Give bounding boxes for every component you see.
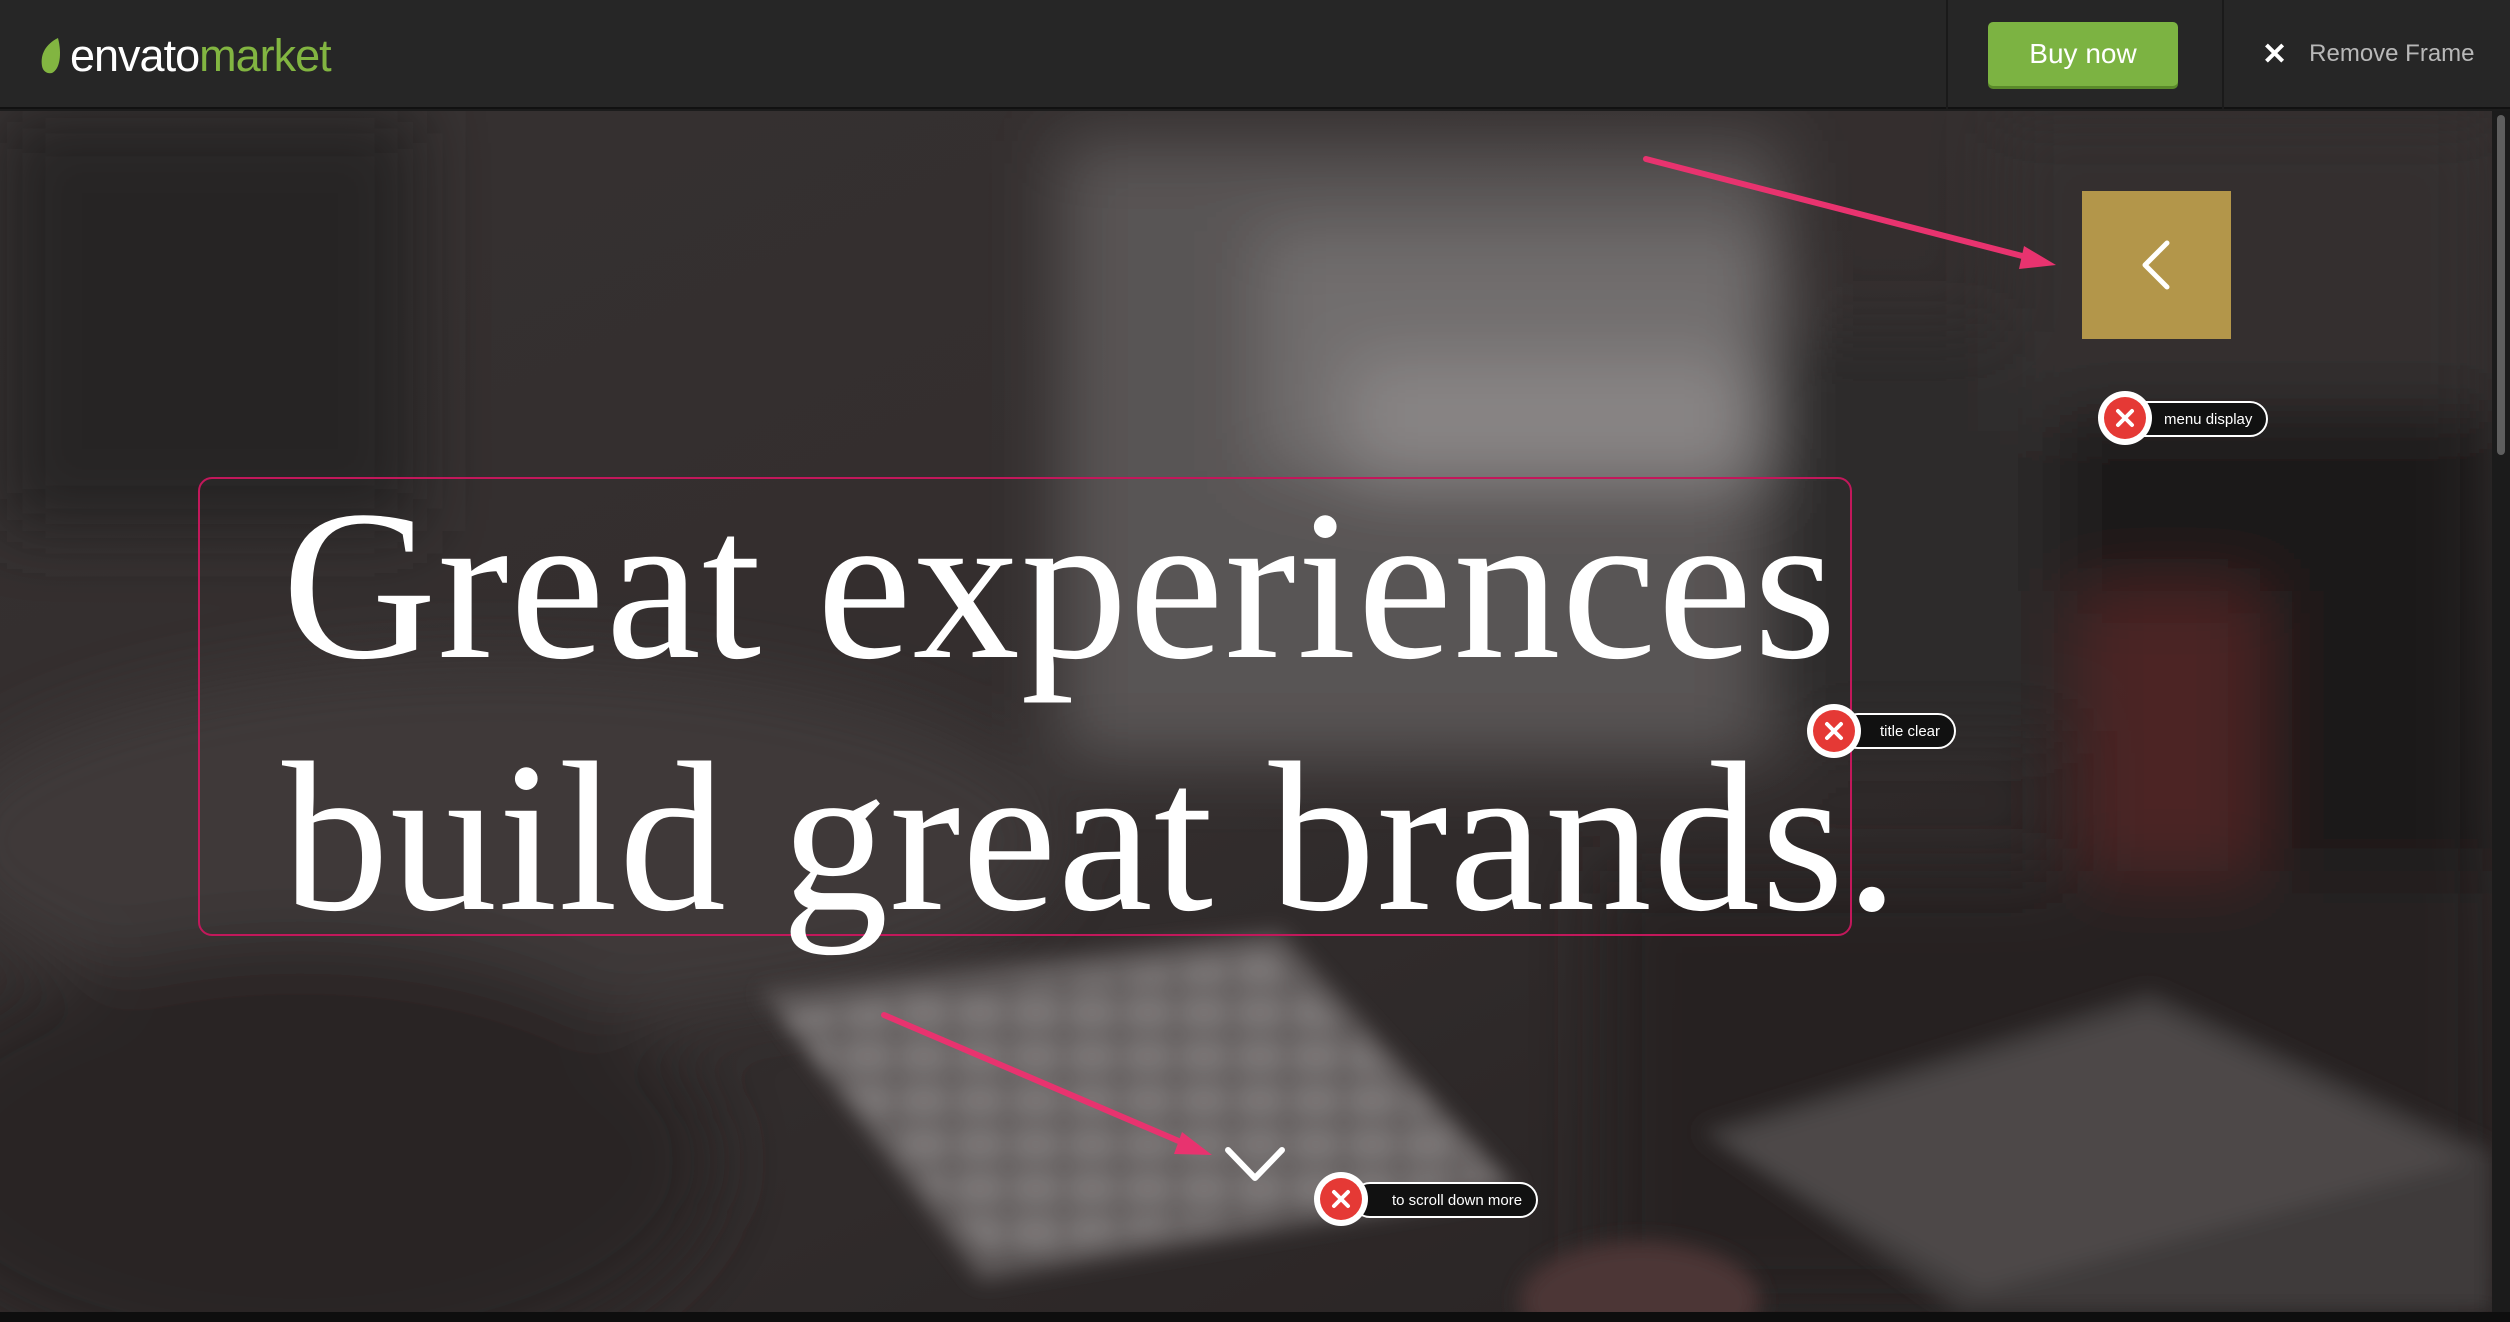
vertical-scrollbar[interactable]: [2492, 111, 2510, 1312]
topbar-divider: [1946, 0, 1948, 109]
annotation-note-text: to scroll down more: [1392, 1191, 1523, 1209]
chevron-left-icon: [2142, 240, 2169, 290]
envato-market-logo[interactable]: envato market: [38, 26, 332, 86]
headline-line-2: build great brands.: [282, 719, 1900, 956]
annotation-note-scroll: to scroll down more: [1352, 1182, 1539, 1218]
headline-line-1: Great experiences: [282, 467, 1838, 704]
close-circle-icon[interactable]: [1807, 704, 1861, 758]
scrollbar-thumb[interactable]: [2497, 115, 2505, 455]
buy-now-button[interactable]: Buy now: [1988, 22, 2178, 86]
top-bar: envato market Buy now ✕ Remove Frame: [0, 0, 2510, 109]
annotation-note-text: title clear: [1880, 722, 1941, 740]
logo-text-envato: envato: [70, 30, 200, 81]
remove-frame-label: Remove Frame: [2309, 40, 2475, 67]
logo-text-market: market: [199, 30, 332, 81]
bottom-edge: [0, 1312, 2510, 1322]
topbar-divider: [2222, 0, 2224, 109]
close-circle-icon[interactable]: [1314, 1172, 1368, 1226]
chevron-down-icon: [1225, 1147, 1285, 1181]
scroll-down-button[interactable]: [1222, 1142, 1288, 1186]
menu-toggle-button[interactable]: [2082, 191, 2231, 339]
annotation-note-text: menu display: [2164, 410, 2253, 428]
close-circle-icon[interactable]: [2098, 391, 2152, 445]
close-icon: ✕: [2262, 37, 2288, 71]
leaf-icon: [41, 38, 60, 74]
remove-frame-button[interactable]: ✕ Remove Frame: [2262, 28, 2475, 80]
hero-headline: Great experiences build great brands.: [282, 460, 1922, 964]
